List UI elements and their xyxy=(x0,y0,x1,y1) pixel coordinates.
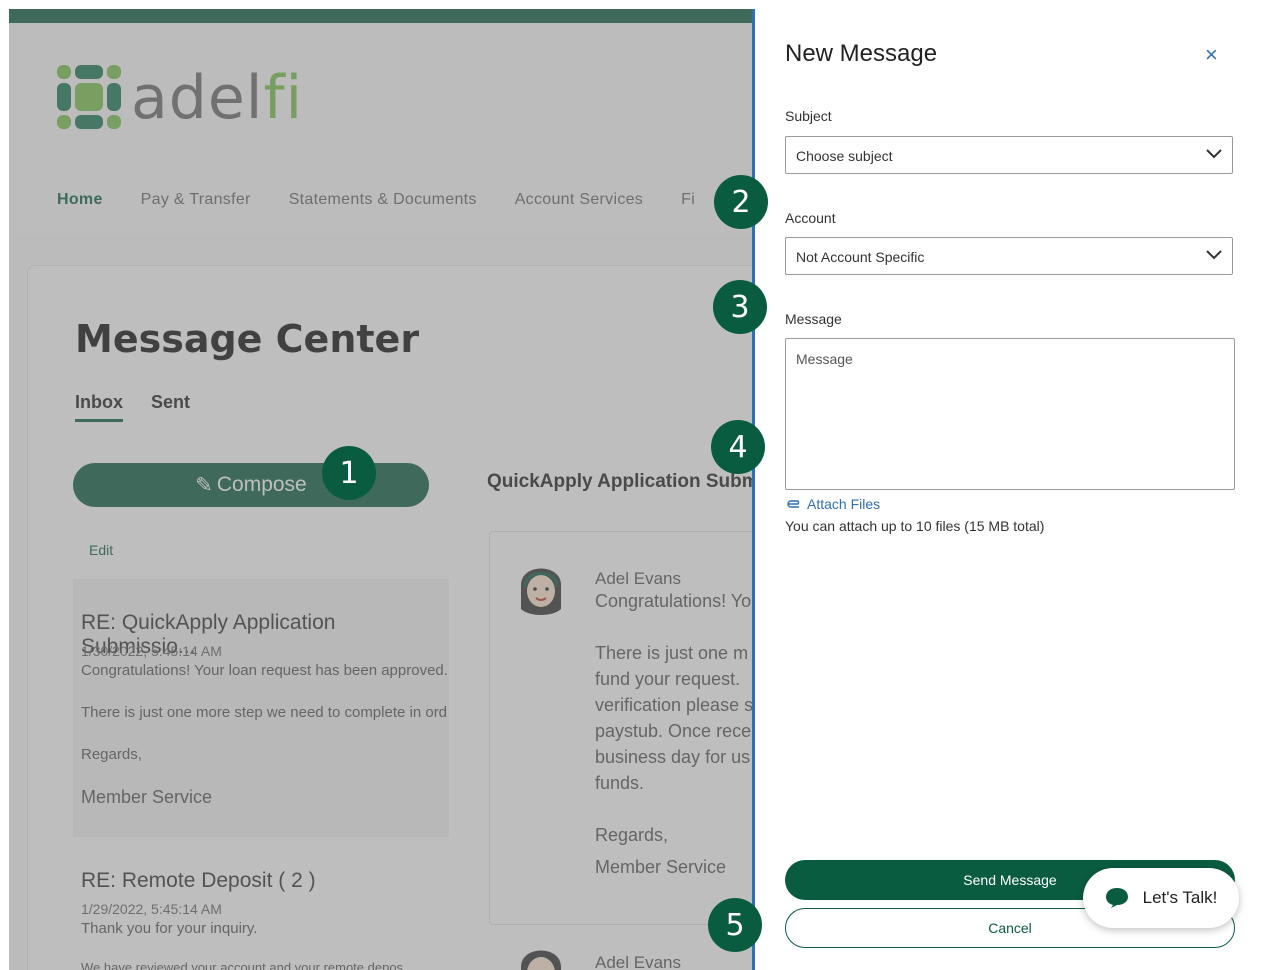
attach-note: You can attach up to 10 files (15 MB tot… xyxy=(785,518,1045,534)
callout-badge: 3 xyxy=(713,280,767,334)
modal-overlay[interactable] xyxy=(9,9,754,970)
chat-bubble-icon xyxy=(1105,888,1128,908)
attach-files-link[interactable]: Attach Files xyxy=(787,496,880,512)
message-label: Message xyxy=(785,311,842,327)
chevron-down-icon xyxy=(1206,149,1222,159)
callout-badge: 2 xyxy=(714,175,768,229)
message-textarea[interactable]: Message xyxy=(785,338,1235,490)
background-page: adelfi Home Pay & Transfer Statements & … xyxy=(9,9,754,970)
drawer-title: New Message xyxy=(785,40,938,67)
chat-widget-button[interactable]: Let's Talk! xyxy=(1083,868,1239,928)
chat-label: Let's Talk! xyxy=(1142,888,1218,907)
callout-badge: 4 xyxy=(711,420,765,474)
callout-badge: 5 xyxy=(708,898,762,952)
message-placeholder: Message xyxy=(796,351,853,367)
attach-files-label: Attach Files xyxy=(807,496,881,512)
callout-badge: 1 xyxy=(322,446,376,500)
new-message-drawer: New Message × Subject Choose subject Acc… xyxy=(755,0,1262,970)
chevron-down-icon xyxy=(1206,250,1222,260)
subject-select[interactable]: Choose subject xyxy=(785,136,1233,174)
subject-select-value: Choose subject xyxy=(796,148,893,164)
subject-label: Subject xyxy=(785,108,832,124)
close-icon[interactable]: × xyxy=(1205,42,1218,68)
account-select-value: Not Account Specific xyxy=(796,249,925,265)
account-select[interactable]: Not Account Specific xyxy=(785,237,1233,275)
paperclip-icon xyxy=(787,500,800,508)
account-label: Account xyxy=(785,210,836,226)
